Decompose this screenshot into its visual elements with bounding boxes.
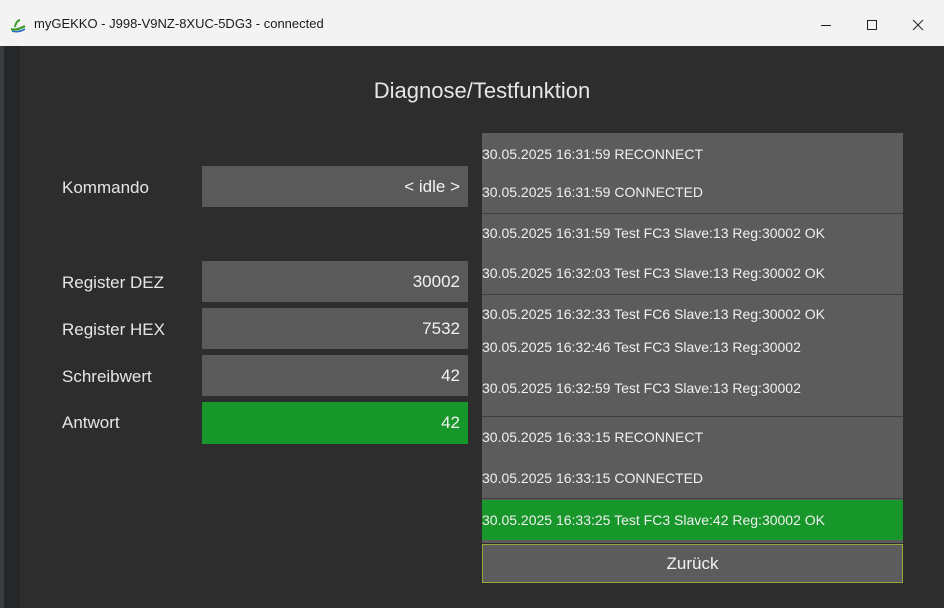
event-log-list[interactable]: 30.05.2025 16:31:59 RECONNECT 30.05.2025… [482, 133, 903, 543]
log-entry: 30.05.2025 16:31:59 CONNECTED [482, 184, 704, 200]
window-title: myGEKKO - J998-V9NZ-8XUC-5DG3 - connecte… [34, 16, 324, 31]
minimize-icon [821, 25, 831, 26]
log-divider [482, 416, 903, 417]
register-dez-label: Register DEZ [62, 273, 165, 292]
minimize-button[interactable] [806, 10, 846, 40]
log-entry: 30.05.2025 16:33:15 RECONNECT [482, 429, 704, 445]
diagnose-panel: Diagnose/Testfunktion Kommando < idle > … [20, 46, 944, 608]
left-edge-strip [0, 46, 20, 608]
maximize-icon [867, 20, 877, 30]
kommando-selector[interactable]: < idle > [202, 166, 468, 207]
kommando-label: Kommando [62, 178, 149, 197]
register-dez-field[interactable]: 30002 [202, 261, 468, 302]
log-entry: 30.05.2025 16:32:33 Test FC6 Slave:13 Re… [482, 306, 825, 322]
log-entry-success: 30.05.2025 16:33:25 Test FC3 Slave:42 Re… [482, 500, 903, 540]
log-entry: 30.05.2025 16:32:46 Test FC3 Slave:13 Re… [482, 339, 801, 355]
maximize-button[interactable] [852, 10, 892, 40]
register-hex-label: Register HEX [62, 320, 165, 339]
log-entry: 30.05.2025 16:32:03 Test FC3 Slave:13 Re… [482, 265, 825, 281]
register-hex-field[interactable]: 7532 [202, 308, 468, 349]
log-divider [482, 294, 903, 295]
close-icon [912, 19, 924, 31]
log-entry: 30.05.2025 16:31:59 Test FC3 Slave:13 Re… [482, 225, 825, 241]
schreibwert-label: Schreibwert [62, 367, 152, 386]
log-divider [482, 213, 903, 214]
log-entry: 30.05.2025 16:33:15 CONNECTED [482, 470, 704, 486]
log-divider [482, 498, 903, 499]
antwort-label: Antwort [62, 413, 120, 432]
log-entry: 30.05.2025 16:32:59 Test FC3 Slave:13 Re… [482, 380, 801, 396]
close-button[interactable] [898, 10, 938, 40]
zurueck-button[interactable]: Zurück [482, 544, 903, 583]
antwort-field: 42 [202, 402, 468, 444]
window-titlebar[interactable]: myGEKKO - J998-V9NZ-8XUC-5DG3 - connecte… [0, 0, 944, 46]
gekko-app-icon [10, 17, 26, 33]
schreibwert-field[interactable]: 42 [202, 355, 468, 396]
page-title: Diagnose/Testfunktion [373, 78, 591, 103]
log-entry: 30.05.2025 16:31:59 RECONNECT [482, 146, 704, 162]
